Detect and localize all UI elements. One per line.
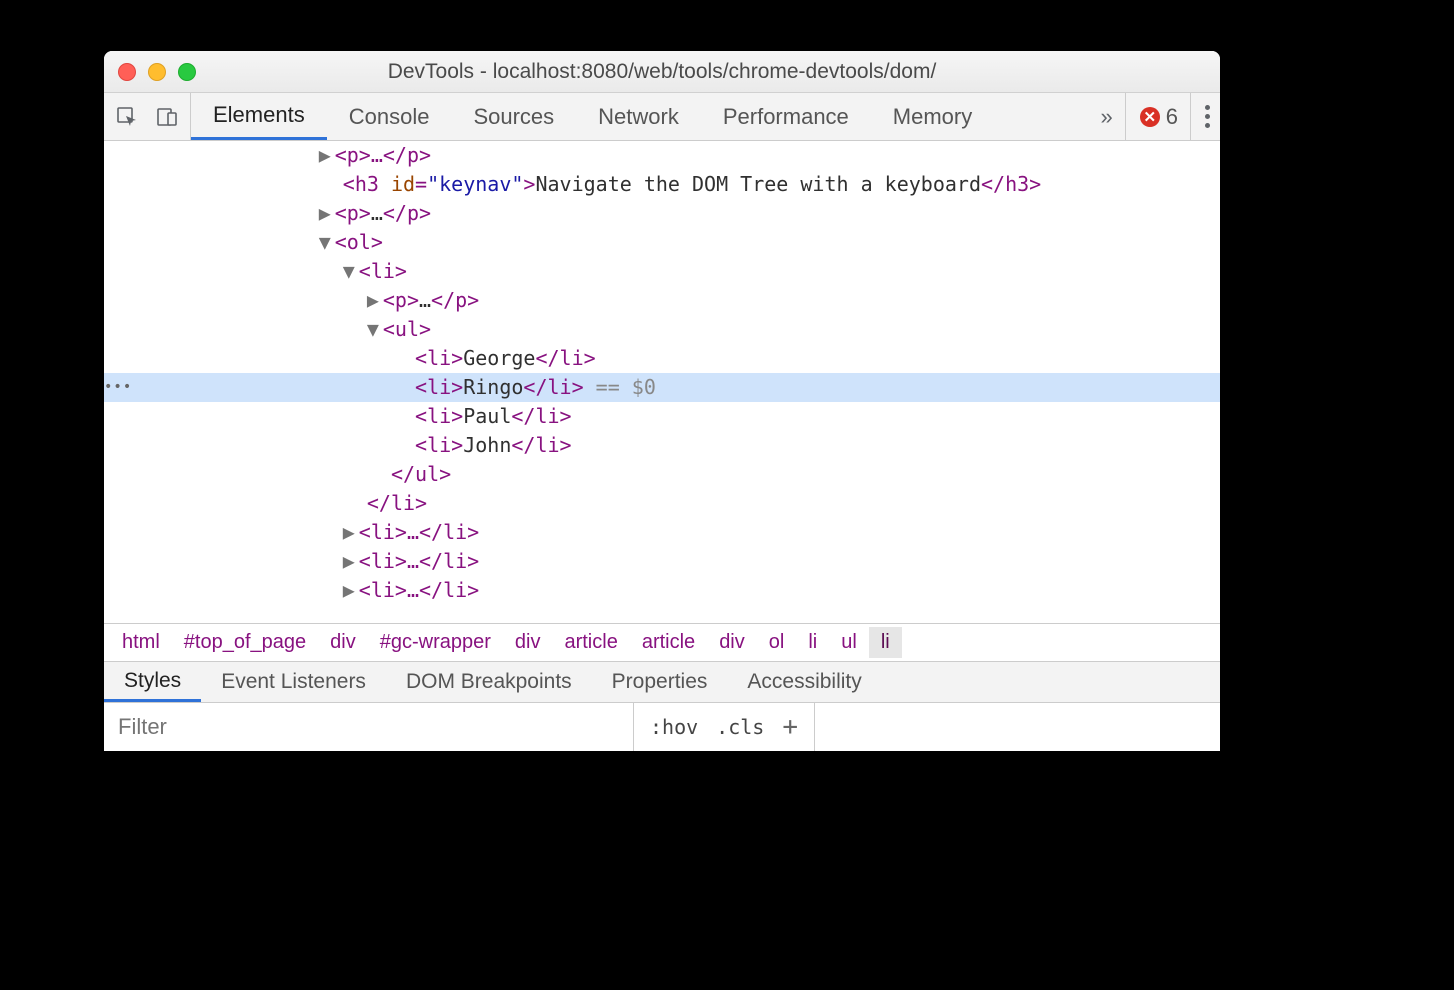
crumb-article[interactable]: article — [552, 627, 629, 658]
tab-performance[interactable]: Performance — [701, 93, 871, 140]
dom-row[interactable]: ▶<p>…</p> — [104, 199, 1220, 228]
error-indicator[interactable]: ✕ 6 — [1125, 93, 1178, 140]
tab-sources[interactable]: Sources — [451, 93, 576, 140]
dom-tree[interactable]: ▶<p>…</p> <h3 id="keynav">Navigate the D… — [104, 141, 1220, 623]
tab-event-listeners[interactable]: Event Listeners — [201, 662, 386, 702]
overflow-tabs-button[interactable]: » — [1101, 104, 1113, 130]
tab-styles[interactable]: Styles — [104, 662, 201, 702]
dom-row[interactable]: ▶<li>…</li> — [104, 518, 1220, 547]
tab-network[interactable]: Network — [576, 93, 701, 140]
close-window-button[interactable] — [118, 63, 136, 81]
dom-row[interactable]: <li>Paul</li> — [104, 402, 1220, 431]
settings-menu-button[interactable] — [1190, 93, 1210, 140]
crumb-gcwrapper[interactable]: #gc-wrapper — [368, 627, 503, 658]
zoom-window-button[interactable] — [178, 63, 196, 81]
error-icon: ✕ — [1140, 107, 1160, 127]
window-title: DevTools - localhost:8080/web/tools/chro… — [104, 60, 1220, 84]
device-toolbar-icon[interactable] — [154, 104, 180, 130]
crumb-ul[interactable]: ul — [829, 627, 869, 658]
toolbar-right: » ✕ 6 — [1091, 93, 1221, 140]
inspect-icon[interactable] — [114, 104, 140, 130]
dom-row[interactable]: ▼<ul> — [104, 315, 1220, 344]
dom-row[interactable]: <li>John</li> — [104, 431, 1220, 460]
dom-row[interactable]: ▶<li>…</li> — [104, 576, 1220, 605]
styles-controls: :hov .cls + — [634, 703, 815, 751]
crumb-div[interactable]: div — [318, 627, 368, 658]
tab-accessibility[interactable]: Accessibility — [727, 662, 881, 702]
styles-toolbar: :hov .cls + — [104, 703, 1220, 751]
minimize-window-button[interactable] — [148, 63, 166, 81]
selection-handle-icon[interactable]: ••• — [104, 373, 132, 402]
new-style-rule-button[interactable]: + — [782, 712, 798, 742]
crumb-top[interactable]: #top_of_page — [172, 627, 318, 658]
crumb-li-selected[interactable]: li — [869, 627, 902, 658]
crumb-li[interactable]: li — [796, 627, 829, 658]
crumb-div3[interactable]: div — [707, 627, 757, 658]
sidebar-tabs: Styles Event Listeners DOM Breakpoints P… — [104, 661, 1220, 703]
dom-breadcrumbs: html #top_of_page div #gc-wrapper div ar… — [104, 623, 1220, 661]
dom-row[interactable]: <h3 id="keynav">Navigate the DOM Tree wi… — [104, 170, 1220, 199]
window-controls — [118, 63, 196, 81]
main-tabs: Elements Console Sources Network Perform… — [191, 93, 994, 140]
toggle-classes-button[interactable]: .cls — [716, 715, 764, 739]
dom-row[interactable]: </li> — [104, 489, 1220, 518]
window-titlebar: DevTools - localhost:8080/web/tools/chro… — [104, 51, 1220, 93]
devtools-window: DevTools - localhost:8080/web/tools/chro… — [104, 51, 1220, 751]
error-count: 6 — [1166, 104, 1178, 130]
tab-dom-breakpoints[interactable]: DOM Breakpoints — [386, 662, 592, 702]
dom-row[interactable]: ▶<li>…</li> — [104, 547, 1220, 576]
styles-filter-input[interactable] — [104, 703, 634, 751]
main-toolbar: Elements Console Sources Network Perform… — [104, 93, 1220, 141]
tab-elements[interactable]: Elements — [191, 93, 327, 140]
tab-memory[interactable]: Memory — [871, 93, 994, 140]
dom-row[interactable]: ▶<p>…</p> — [104, 141, 1220, 170]
dom-row[interactable]: ▶<p>…</p> — [104, 286, 1220, 315]
crumb-div2[interactable]: div — [503, 627, 553, 658]
dom-row[interactable]: </ul> — [104, 460, 1220, 489]
crumb-ol[interactable]: ol — [757, 627, 797, 658]
dom-row-selected[interactable]: ••• <li>Ringo</li> == $0 — [104, 373, 1220, 402]
tab-console[interactable]: Console — [327, 93, 452, 140]
dom-row[interactable]: ▼<li> — [104, 257, 1220, 286]
crumb-article2[interactable]: article — [630, 627, 707, 658]
dom-row[interactable]: ▼<ol> — [104, 228, 1220, 257]
tab-properties[interactable]: Properties — [592, 662, 728, 702]
crumb-html[interactable]: html — [110, 627, 172, 658]
toolbar-left — [104, 93, 191, 140]
toggle-hover-button[interactable]: :hov — [650, 715, 698, 739]
dom-row[interactable]: <li>George</li> — [104, 344, 1220, 373]
